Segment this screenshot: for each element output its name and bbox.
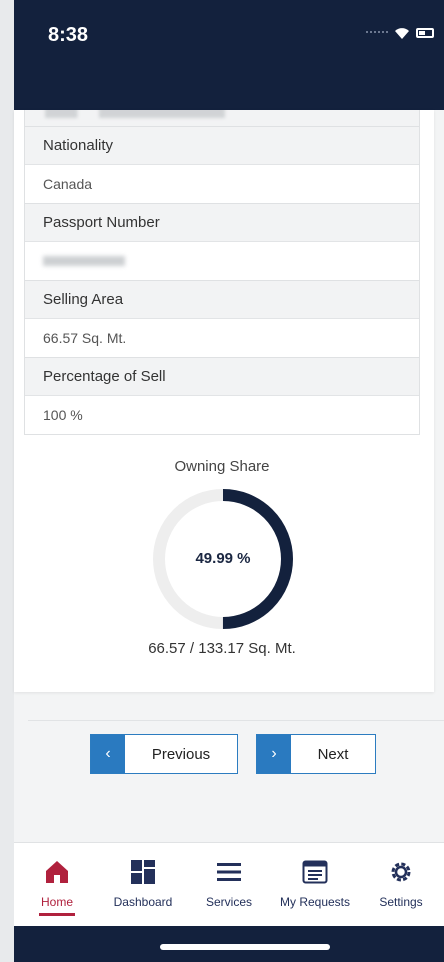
bottom-tab-bar: Home Dashboard Services My Requests Sett… — [14, 842, 444, 926]
requests-icon — [300, 857, 330, 887]
tab-label: Dashboard — [113, 895, 173, 909]
wifi-icon — [395, 28, 409, 39]
field-selling-area: Selling Area 66.57 Sq. Mt. — [24, 280, 420, 358]
tab-label: Services — [205, 895, 252, 909]
field-value: Canada — [43, 176, 93, 192]
field-value: 100 % — [43, 407, 83, 423]
field-label: Selling Area — [25, 281, 419, 319]
menu-icon — [214, 857, 244, 887]
chevron-left-icon: ‹ — [91, 735, 125, 773]
next-label: Next — [317, 745, 349, 763]
home-indicator-area — [14, 926, 444, 962]
field-percentage-of-sell: Percentage of Sell 100 % — [24, 357, 420, 435]
clipped-field — [24, 110, 420, 126]
previous-label: Previous — [151, 745, 211, 763]
next-button[interactable]: › Next — [256, 734, 376, 774]
signal-icon — [366, 31, 388, 35]
dashboard-icon — [128, 857, 158, 887]
home-indicator[interactable] — [160, 944, 330, 950]
status-icons — [366, 26, 434, 40]
tab-settings[interactable]: Settings — [358, 843, 444, 926]
previous-button[interactable]: ‹ Previous — [90, 734, 238, 774]
active-tab-indicator — [39, 913, 75, 916]
field-label: Percentage of Sell — [25, 358, 419, 396]
home-icon — [42, 857, 72, 887]
field-passport-number: Passport Number — [24, 203, 420, 281]
gear-icon — [386, 857, 416, 887]
field-nationality: Nationality Canada — [24, 126, 420, 204]
chevron-right-icon: › — [257, 735, 291, 773]
owning-share-area: 66.57 / 133.17 Sq. Mt. — [148, 640, 296, 657]
field-value — [25, 242, 419, 280]
redacted-value — [43, 256, 125, 266]
status-bar: 8:38 — [14, 0, 444, 110]
tab-services[interactable]: Services — [186, 843, 272, 926]
tab-dashboard[interactable]: Dashboard — [100, 843, 186, 926]
tab-my-requests[interactable]: My Requests — [272, 843, 358, 926]
field-label: Nationality — [25, 127, 419, 165]
field-label: Passport Number — [25, 204, 419, 242]
tab-home[interactable]: Home — [14, 843, 100, 926]
tab-label: My Requests — [279, 895, 351, 909]
field-value: 66.57 Sq. Mt. — [43, 330, 127, 346]
tab-label: Settings — [379, 895, 423, 909]
status-time: 8:38 — [48, 24, 89, 46]
owning-share-percent: 49.99 % — [195, 550, 251, 567]
battery-icon — [416, 28, 434, 38]
tab-label: Home — [40, 895, 73, 909]
divider — [28, 720, 444, 721]
owning-share-title: Owning Share — [174, 458, 270, 475]
